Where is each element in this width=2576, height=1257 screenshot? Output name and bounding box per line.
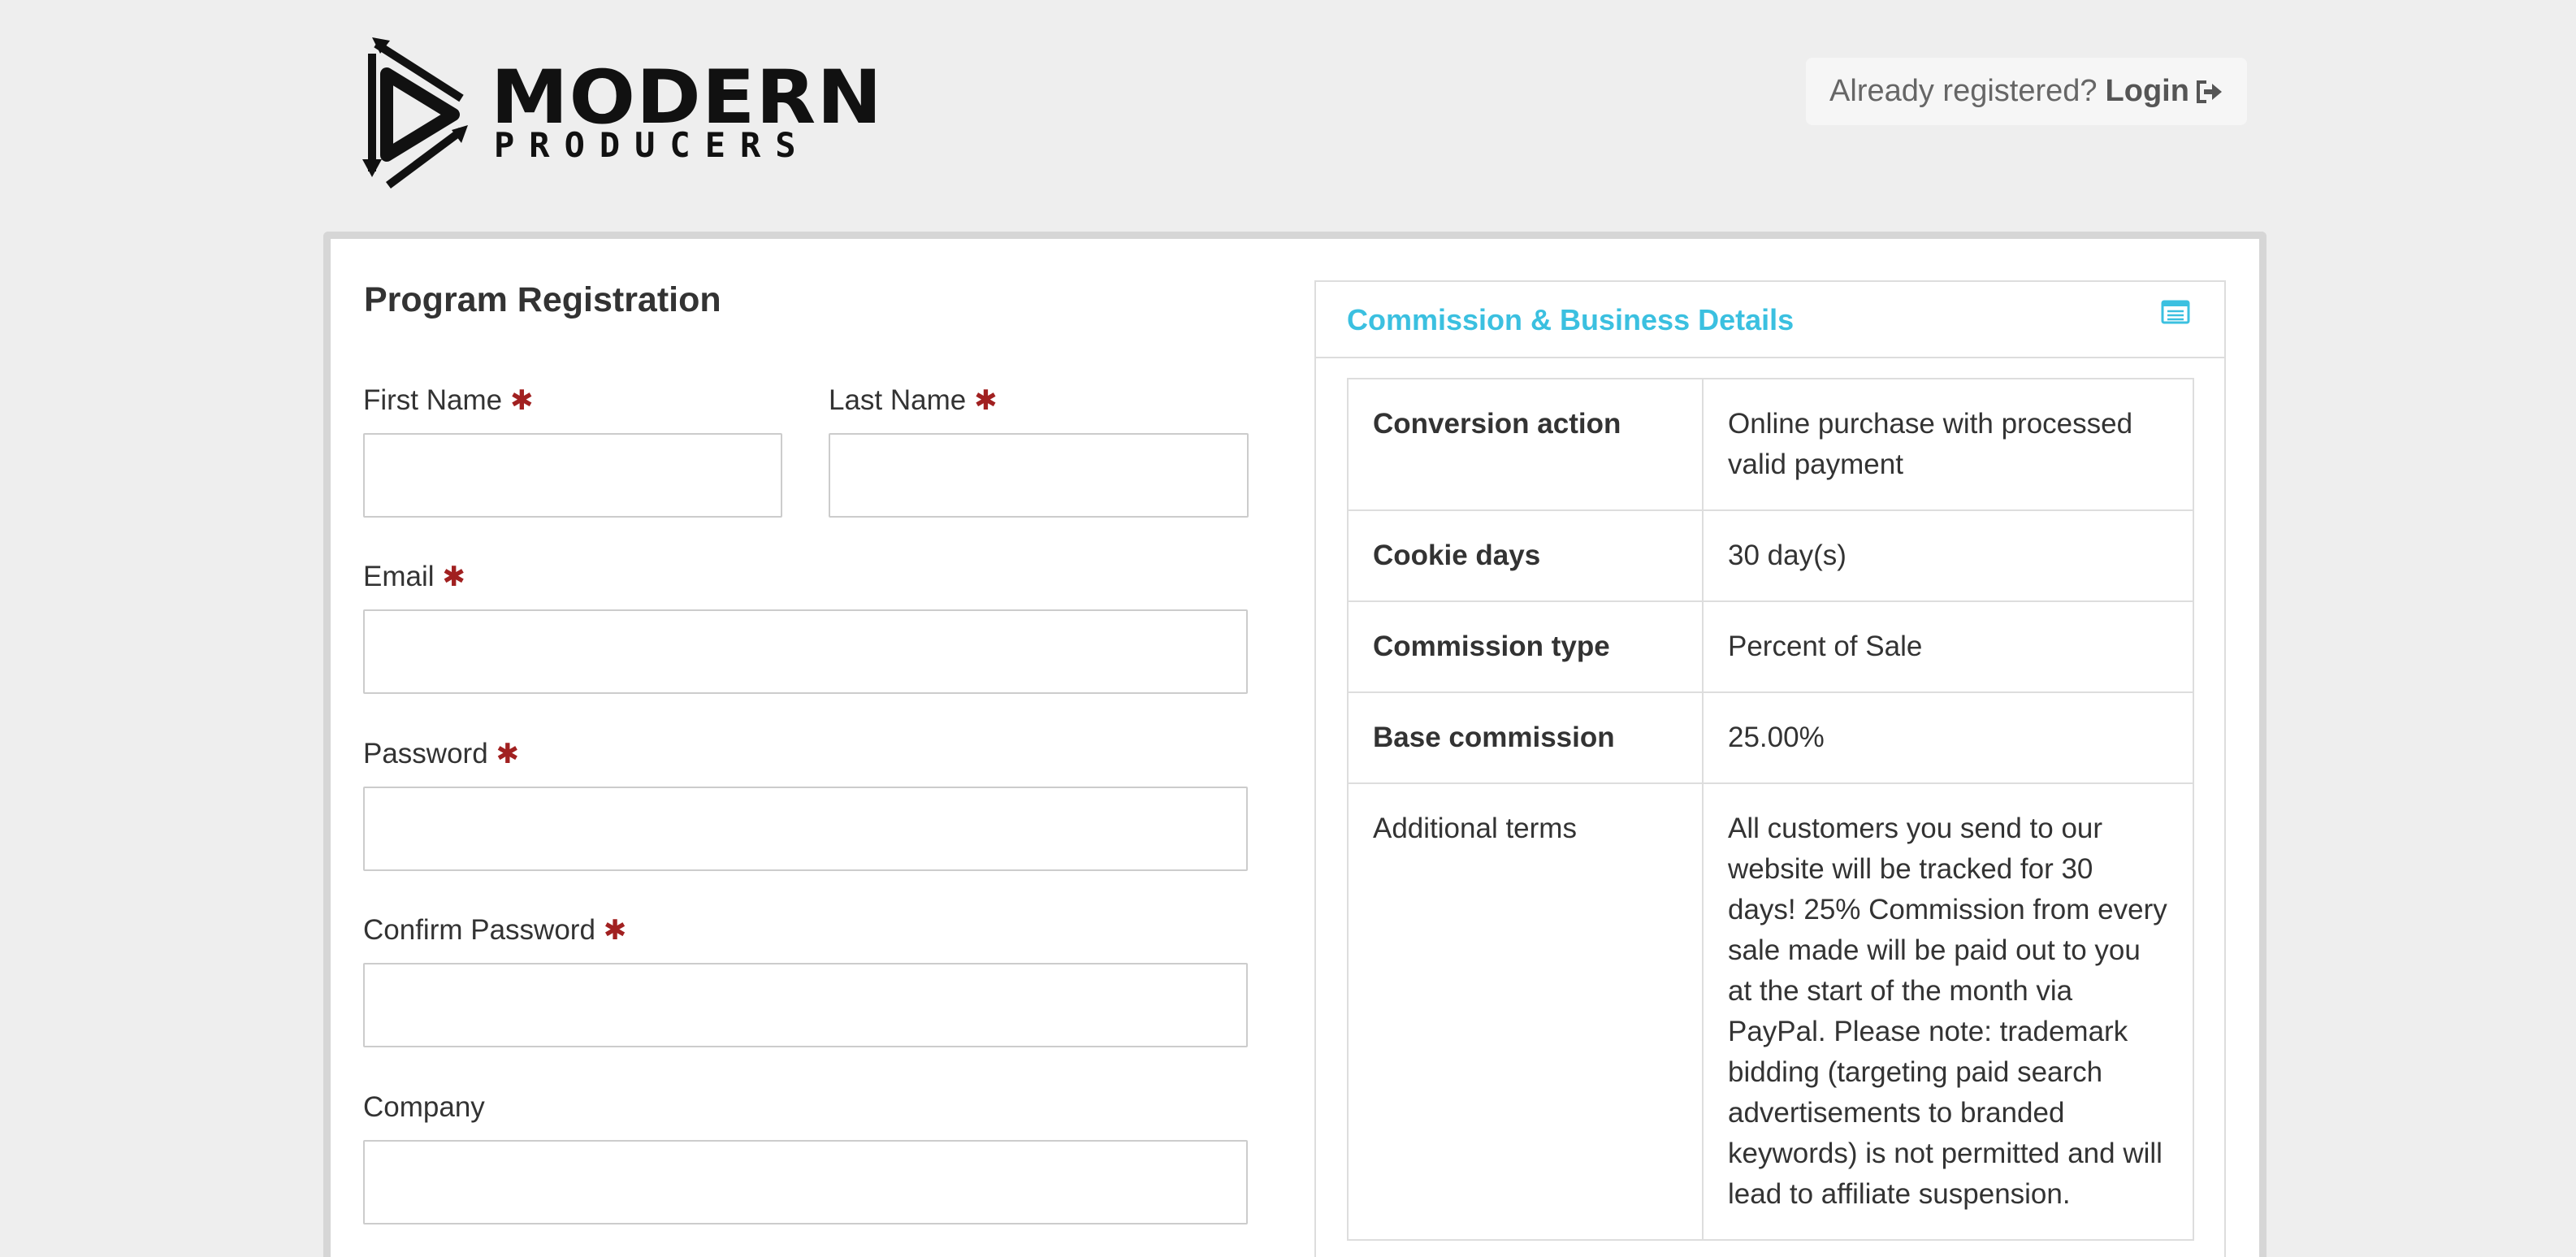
row-value: All customers you send to our website wi…	[1702, 782, 2194, 1241]
password-label-text: Password	[363, 738, 488, 769]
sign-in-icon	[2196, 80, 2222, 103]
brand-logo: MODERN PRODUCERS	[340, 37, 882, 192]
row-key: Additional terms	[1347, 782, 1704, 1241]
email-label: Email ✱	[363, 561, 465, 593]
confirm-password-label: Confirm Password ✱	[363, 914, 626, 947]
confirm-password-label-text: Confirm Password	[363, 914, 595, 946]
table-row: Commission type Percent of Sale	[1347, 600, 2194, 693]
company-label-text: Company	[363, 1091, 485, 1123]
required-marker: ✱	[603, 915, 627, 946]
required-marker: ✱	[510, 385, 534, 416]
company-label: Company	[363, 1091, 485, 1124]
row-key: Cookie days	[1347, 509, 1704, 602]
login-link-label: Login	[2105, 74, 2189, 108]
panel-title: Commission & Business Details	[1347, 303, 1795, 336]
commission-details-table: Conversion action Online purchase with p…	[1347, 378, 2194, 1241]
table-row: Base commission 25.00%	[1347, 691, 2194, 784]
last-name-label: Last Name ✱	[829, 384, 998, 417]
first-name-input[interactable]	[363, 433, 782, 518]
login-prompt-text: Already registered?	[1829, 74, 2098, 108]
page-title: Program Registration	[364, 280, 721, 319]
required-marker: ✱	[442, 561, 466, 592]
commission-details-panel: Commission & Business Details Conversion…	[1314, 280, 2226, 1257]
row-value: Online purchase with processed valid pay…	[1702, 378, 2194, 511]
email-label-text: Email	[363, 561, 435, 592]
logo-wordmark: MODERN	[491, 54, 883, 141]
table-row: Conversion action Online purchase with p…	[1347, 378, 2194, 511]
company-field[interactable]	[363, 1140, 1248, 1224]
list-icon	[2161, 300, 2190, 324]
last-name-input[interactable]	[829, 433, 1249, 518]
password-field[interactable]	[363, 787, 1248, 871]
row-value: 25.00%	[1702, 691, 2194, 784]
login-prompt-box: Already registered? Login	[1806, 58, 2247, 125]
first-name-label-text: First Name	[363, 384, 503, 416]
email-field[interactable]	[363, 609, 1248, 694]
panel-header: Commission & Business Details	[1316, 282, 2224, 358]
table-row: Cookie days 30 day(s)	[1347, 509, 2194, 602]
logo-subtitle: PRODUCERS	[494, 125, 811, 165]
confirm-password-field[interactable]	[363, 963, 1248, 1047]
play-arrows-logo-icon	[362, 37, 468, 189]
password-label: Password ✱	[363, 738, 519, 770]
row-value: Percent of Sale	[1702, 600, 2194, 693]
table-row: Additional terms All customers you send …	[1347, 782, 2194, 1241]
row-key: Conversion action	[1347, 378, 1704, 511]
row-key: Commission type	[1347, 600, 1704, 693]
login-link[interactable]: Login	[2106, 74, 2223, 109]
row-value: 30 day(s)	[1702, 509, 2194, 602]
last-name-label-text: Last Name	[829, 384, 967, 416]
row-key: Base commission	[1347, 691, 1704, 784]
first-name-label: First Name ✱	[363, 384, 534, 417]
required-marker: ✱	[496, 739, 520, 769]
required-marker: ✱	[974, 385, 998, 416]
